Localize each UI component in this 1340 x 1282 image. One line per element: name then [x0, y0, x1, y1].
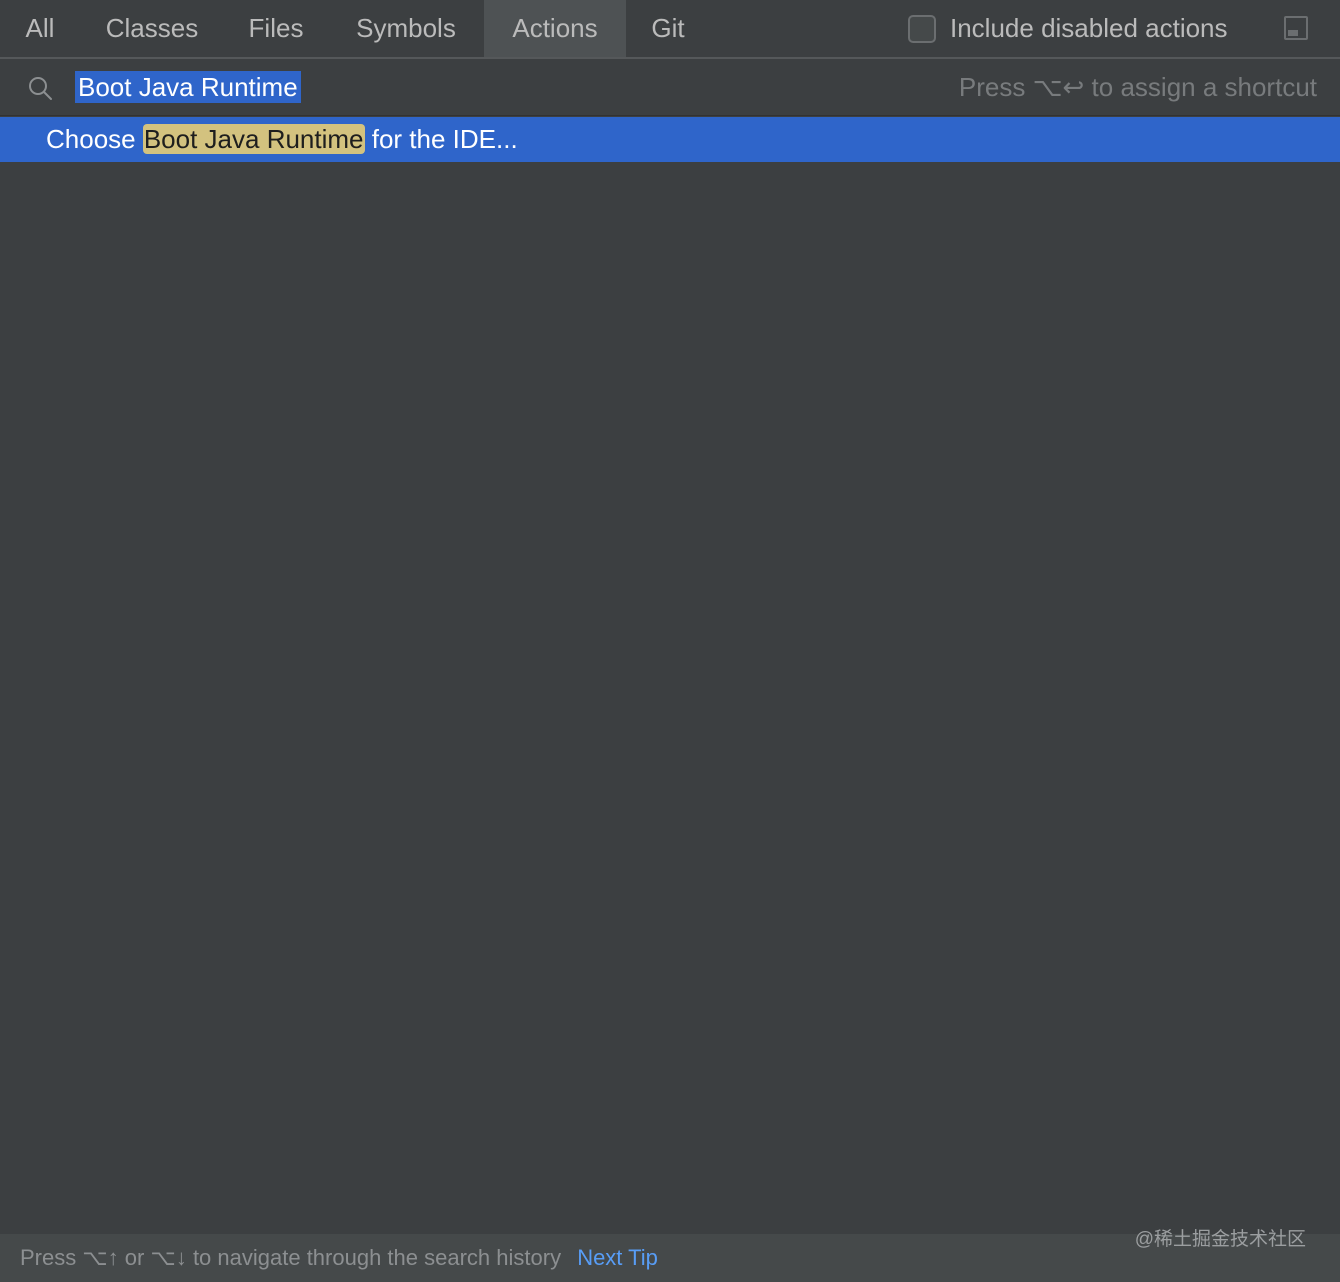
- search-input[interactable]: Boot Java Runtime: [75, 71, 301, 103]
- tab-all[interactable]: All: [0, 0, 80, 57]
- search-icon: [29, 77, 52, 100]
- result-suffix: for the IDE...: [364, 124, 518, 154]
- assign-shortcut-hint: Press ⌥↩ to assign a shortcut: [958, 72, 1317, 102]
- include-disabled-label: Include disabled actions: [950, 13, 1228, 43]
- result-match-highlight: Boot Java Runtime: [142, 124, 365, 154]
- result-item-choose-boot-java-runtime[interactable]: Choose Boot Java Runtime for the IDE...: [0, 117, 1340, 162]
- footer-hint-text: Press ⌥↑ or ⌥↓ to navigate through the s…: [20, 1245, 562, 1270]
- result-prefix: Choose: [46, 124, 143, 154]
- include-disabled-actions-toggle[interactable]: Include disabled actions: [908, 0, 1228, 57]
- watermark: @稀土掘金技术社区: [1134, 1229, 1306, 1250]
- tab-files[interactable]: Files: [224, 0, 328, 57]
- results-list: Choose Boot Java Runtime for the IDE...: [0, 117, 1340, 1233]
- tab-symbols[interactable]: Symbols: [328, 0, 484, 57]
- next-tip-link[interactable]: Next Tip: [577, 1245, 658, 1270]
- include-disabled-checkbox[interactable]: [908, 14, 936, 43]
- tab-classes[interactable]: Classes: [80, 0, 224, 57]
- tab-git[interactable]: Git: [626, 0, 710, 57]
- search-everywhere-popup: All Classes Files Symbols Actions Git In…: [0, 0, 1340, 1282]
- search-row: Boot Java Runtime Press ⌥↩ to assign a s…: [0, 59, 1340, 116]
- tab-bar: All Classes Files Symbols Actions Git In…: [0, 0, 1340, 59]
- tab-actions[interactable]: Actions: [484, 0, 626, 57]
- preview-panel-icon[interactable]: [1284, 16, 1308, 40]
